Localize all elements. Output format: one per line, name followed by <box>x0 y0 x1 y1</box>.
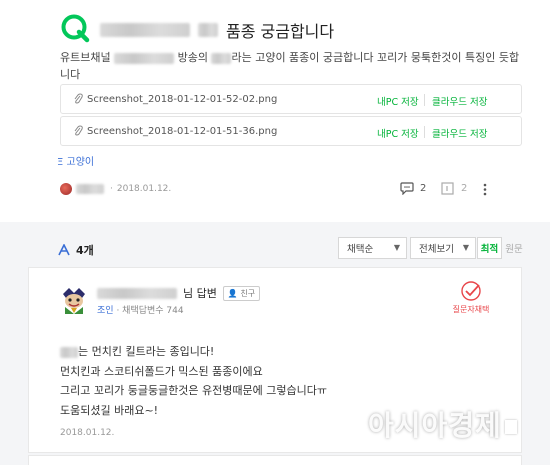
question-title: 품종 궁금합니다 <box>100 18 334 42</box>
divider <box>424 126 425 138</box>
sort-select[interactable]: 채택순 ▼ <box>338 237 407 259</box>
sort-original-button[interactable]: 원문 <box>502 237 526 259</box>
attachment-filename[interactable]: Screenshot_2018-01-12-01-52-02.png <box>87 94 277 105</box>
tag-link[interactable]: Ξ 고양이 <box>57 153 94 168</box>
answerer-level: 조인 <box>97 306 114 316</box>
answer-line-text: 는 먼치킨 킬트라는 종입니다! <box>78 345 215 358</box>
answerer-avatar[interactable] <box>60 284 88 314</box>
blurred-text <box>114 52 175 64</box>
blurred-text <box>198 23 218 37</box>
comment-button[interactable]: 2 <box>400 182 426 195</box>
attachment-row: Screenshot_2018-01-12-01-51-36.png 내PC 저… <box>60 116 522 146</box>
blurred-text <box>60 346 78 358</box>
more-options-icon[interactable] <box>483 183 487 196</box>
save-cloud-button[interactable]: 클라우드 저장 <box>432 94 487 108</box>
answer-body: 는 먼치킨 킬트라는 종입니다! 먼치킨과 스코티쉬폴드가 믹스된 품종이에요 … <box>60 342 327 420</box>
sort-best-label: 최적 <box>480 244 499 255</box>
share-icon <box>441 182 454 195</box>
question-body-text: 방송의 <box>174 51 212 64</box>
question-meta: · 2018.01.12. 2 2 <box>60 180 492 198</box>
blurred-text <box>100 23 190 37</box>
sort-best-button[interactable]: 최적 <box>477 237 502 259</box>
blurred-text <box>97 287 177 299</box>
question-q-icon <box>61 14 90 43</box>
share-button[interactable]: 2 <box>441 182 467 195</box>
blurred-text <box>76 184 104 194</box>
answer-date: 2018.01.12. <box>60 428 115 438</box>
answer-line: 그리고 꼬리가 둥글둥글한것은 유전병때문에 그렇습니다ㅠ <box>60 384 327 397</box>
answerer-name: 님 답변 👤 친구 <box>97 285 261 301</box>
question-body-text: 유트브채널 <box>60 51 115 64</box>
blurred-text <box>211 52 232 64</box>
question-date: 2018.01.12. <box>116 184 172 194</box>
comment-count: 2 <box>420 183 427 194</box>
view-select[interactable]: 전체보기 ▼ <box>410 237 476 259</box>
answer-count: 4개 <box>58 242 94 258</box>
answer-line: 는 먼치킨 킬트라는 종입니다! <box>60 342 327 362</box>
question-title-text: 품종 궁금합니다 <box>226 22 335 41</box>
question-body: 유트브채널 방송의 라는 고양이 품종이 궁금합니다 꼬리가 뭉툭한것이 특징인… <box>60 49 520 83</box>
dot-separator: · <box>110 184 113 194</box>
view-select-value: 전체보기 <box>419 244 454 255</box>
add-friend-button[interactable]: 👤 친구 <box>222 285 261 301</box>
watermark-text: 아시아경제 <box>368 409 502 442</box>
answer-count-text: 4개 <box>76 244 94 257</box>
answer-line: 도움되셨길 바래요~! <box>60 403 159 417</box>
selected-answer-label: 질문자채택 <box>452 305 490 314</box>
next-answer-card <box>28 455 522 465</box>
check-circle-icon <box>461 281 481 301</box>
save-pc-button[interactable]: 내PC 저장 <box>377 94 419 108</box>
chevron-down-icon: ▼ <box>393 243 400 252</box>
chevron-down-icon: ▼ <box>462 243 469 252</box>
divider <box>424 94 425 106</box>
answer-line: 먼치킨과 스코티쉬폴드가 믹스된 품종이에요 <box>60 364 263 378</box>
share-count: 2 <box>461 183 468 194</box>
sort-select-value: 채택순 <box>347 244 374 255</box>
answerer-stats: 조인 · 채택답변수 744 <box>97 303 184 316</box>
watermark: 아시아경제 <box>368 404 517 444</box>
sort-original-label: 원문 <box>505 244 523 255</box>
avatar[interactable] <box>60 183 72 195</box>
attachment-row: Screenshot_2018-01-12-01-52-02.png 내PC 저… <box>60 84 522 114</box>
paperclip-icon <box>74 93 83 104</box>
save-pc-button[interactable]: 내PC 저장 <box>377 126 419 140</box>
comment-icon <box>400 182 414 195</box>
save-cloud-button[interactable]: 클라우드 저장 <box>432 126 487 140</box>
attachment-filename[interactable]: Screenshot_2018-01-12-01-51-36.png <box>87 126 277 137</box>
add-friend-label: 친구 <box>240 288 256 298</box>
selected-answer-badge: 질문자채택 <box>451 280 491 315</box>
question-section: 품종 궁금합니다 유트브채널 방송의 라는 고양이 품종이 궁금합니다 꼬리가 … <box>0 0 550 222</box>
adopt-count: 채택답변수 744 <box>122 306 184 316</box>
person-icon: 👤 <box>227 288 238 298</box>
paperclip-icon <box>74 125 83 136</box>
answerer-name-suffix: 님 답변 <box>183 287 217 300</box>
watermark-logo-mark <box>504 420 517 434</box>
answer-a-icon <box>58 244 70 256</box>
